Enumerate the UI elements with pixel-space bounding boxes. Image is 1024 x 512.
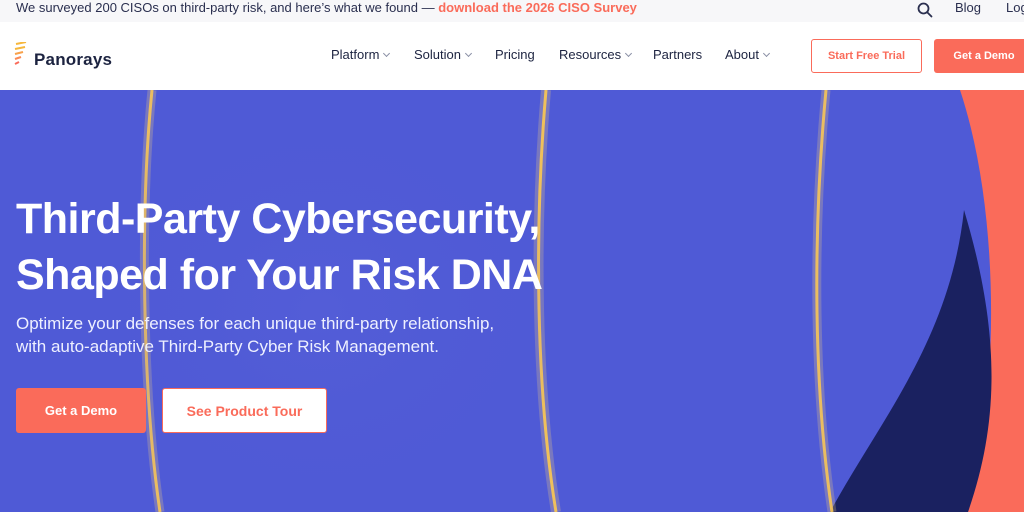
nav-item-resources[interactable]: Resources <box>559 47 633 62</box>
chevron-down-icon <box>625 49 633 57</box>
get-demo-hero-button[interactable]: Get a Demo <box>16 388 146 433</box>
login-link[interactable]: Log <box>1006 0 1024 16</box>
subhead-line-1: Optimize your defenses for each unique t… <box>16 314 495 333</box>
nav-item-label: Resources <box>559 47 622 62</box>
chevron-down-icon <box>464 49 473 57</box>
search-icon[interactable] <box>916 1 934 19</box>
hero-headline: Third-Party Cybersecurity, Shaped for Yo… <box>16 191 616 303</box>
nav-item-about[interactable]: About <box>725 47 771 62</box>
nav-item-partners[interactable]: Partners <box>653 47 702 62</box>
nav-item-label: About <box>725 47 759 62</box>
nav-item-label: Partners <box>653 47 703 62</box>
nav-item-label: Platform <box>331 47 380 62</box>
nav-item-label: Pricing <box>495 47 535 62</box>
announcement: We surveyed 200 CISOs on third-party ris… <box>16 0 637 22</box>
brand-logo[interactable]: Panorays <box>14 40 112 72</box>
panorays-logo-icon <box>14 42 27 65</box>
see-product-tour-button[interactable]: See Product Tour <box>162 388 327 433</box>
blog-link[interactable]: Blog <box>955 0 981 16</box>
subhead-line-2: with auto-adaptive Third-Party Cyber Ris… <box>16 337 439 356</box>
chevron-down-icon <box>762 49 771 57</box>
start-free-trial-button[interactable]: Start Free Trial <box>811 39 922 73</box>
nav-item-pricing[interactable]: Pricing <box>495 47 535 62</box>
nav-item-solution[interactable]: Solution <box>414 47 473 62</box>
chevron-down-icon <box>383 49 391 57</box>
main-navbar: Panorays Platform Solution Pricing Resou… <box>0 22 1024 90</box>
get-demo-nav-button[interactable]: Get a Demo <box>934 39 1024 73</box>
headline-line-2: Shaped for Your Risk DNA <box>16 251 543 299</box>
headline-line-1: Third-Party Cybersecurity, <box>16 195 540 243</box>
hero-section: Third-Party Cybersecurity, Shaped for Yo… <box>0 90 1024 512</box>
brand-name: Panorays <box>34 50 113 69</box>
announcement-text: We surveyed 200 CISOs on third-party ris… <box>16 0 439 15</box>
announcement-bar: We surveyed 200 CISOs on third-party ris… <box>0 0 1024 22</box>
nav-item-platform[interactable]: Platform <box>331 47 391 62</box>
hero-subheading: Optimize your defenses for each unique t… <box>16 312 576 358</box>
nav-item-label: Solution <box>414 47 461 62</box>
announcement-link[interactable]: download the 2026 CISO Survey <box>438 0 637 15</box>
